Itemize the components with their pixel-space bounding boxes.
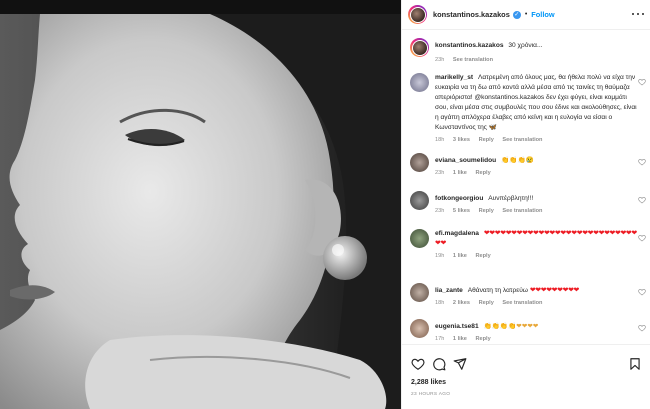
likes-count[interactable]: 2,288 likes [411,379,446,386]
comment-text: Λατρεμένη από όλους μας, θα ήθελα πολύ ν… [435,74,637,131]
see-translation-button[interactable]: See translation [502,137,542,143]
comment-time: 23h [435,208,445,214]
comment-username[interactable]: eugenia.tse81 [435,323,479,330]
comment-heart-icon[interactable] [638,158,646,166]
comment-time: 23h [435,170,445,176]
bookmark-icon[interactable] [628,357,642,371]
comment-heart-icon[interactable] [638,288,646,296]
comment-username[interactable]: marikelly_st [435,74,473,81]
more-options-icon[interactable] [632,9,644,19]
reply-button[interactable]: Reply [479,137,494,143]
comment-heart-icon[interactable] [638,234,646,242]
heart-icon[interactable] [411,357,425,371]
comment-likes[interactable]: 5 likes [453,208,470,214]
author-avatar-small[interactable] [410,38,429,57]
comment-time: 17h [435,336,445,342]
comment-likes[interactable]: 1 like [453,336,467,342]
commenter-avatar[interactable] [410,73,429,92]
comment-emoji: ❤❤❤❤❤❤❤❤❤ [529,287,580,294]
comments-list[interactable]: konstantinos.kazakos 30 χρόνια... 23h Se… [402,31,650,344]
post-side-panel: konstantinos.kazakos ✓ • Follow konstant… [401,0,650,409]
see-translation-button[interactable]: See translation [502,300,542,306]
commenter-avatar[interactable] [410,191,429,210]
portrait-image [0,0,401,409]
commenter-avatar[interactable] [410,283,429,302]
comment-emoji: 👏👏👏😢 [501,157,534,164]
commenter-avatar[interactable] [410,319,429,338]
post-photo[interactable] [0,0,401,409]
share-icon[interactable] [453,357,467,371]
comment-item: efi.magdalena ❤❤❤❤❤❤❤❤❤❤❤❤❤❤❤❤❤❤❤❤❤❤❤❤❤❤… [410,229,648,259]
verified-badge-icon: ✓ [512,10,521,19]
comment-heart-icon[interactable] [638,324,646,332]
commenter-avatar[interactable] [410,153,429,172]
comment-icon[interactable] [432,357,446,371]
comment-username[interactable]: lia_zante [435,287,463,294]
reply-button[interactable]: Reply [479,300,494,306]
follow-button[interactable]: Follow [531,10,554,19]
comment-username[interactable]: efi.magdalena [435,230,479,237]
comment-likes[interactable]: 3 likes [453,137,470,143]
comment-username[interactable]: eviana_soumelidou [435,157,496,164]
comment-time: 19h [435,253,445,259]
comment-item: lia_zante Αθάνατη τη λατρεύω ❤❤❤❤❤❤❤❤❤ 1… [410,283,648,306]
comment-username[interactable]: fotkongeorgiou [435,195,483,202]
comment-time: 18h [435,300,445,306]
comment-emoji: 👏👏👏👏❤❤❤❤ [483,323,539,330]
see-translation-button[interactable]: See translation [502,208,542,214]
caption-text: 30 χρόνια... [508,42,543,49]
caption-time: 23h [435,57,445,63]
reply-button[interactable]: Reply [475,253,490,259]
comment-heart-icon[interactable] [638,196,646,204]
post-header: konstantinos.kazakos ✓ • Follow [402,0,650,30]
comment-likes[interactable]: 1 like [453,253,467,259]
commenter-avatar[interactable] [410,229,429,248]
comment-likes[interactable]: 1 like [453,170,467,176]
comment-emoji: 🦋 [488,124,498,131]
author-username[interactable]: konstantinos.kazakos [433,10,510,19]
author-avatar[interactable] [408,5,427,24]
comment-time: 18h [435,137,445,143]
reply-button[interactable]: Reply [479,208,494,214]
reply-button[interactable]: Reply [475,170,490,176]
caption-username[interactable]: konstantinos.kazakos [435,42,504,49]
comment-item: eugenia.tse81 👏👏👏👏❤❤❤❤ 17h 1 like Reply [410,319,648,342]
separator-dot: • [524,11,528,18]
comment-text: Αυνπέρβλητη!!! [488,195,534,202]
comment-text: Αθάνατη τη λατρεύω [467,287,528,294]
comment-item: eviana_soumelidou 👏👏👏😢 23h 1 like Reply [410,153,648,176]
reply-button[interactable]: Reply [475,336,490,342]
caption: konstantinos.kazakos 30 χρόνια... 23h Se… [410,38,648,63]
caption-see-translation[interactable]: See translation [453,57,493,63]
comment-item: fotkongeorgiou Αυνπέρβλητη!!! 23h 5 like… [410,191,648,214]
comment-heart-icon[interactable] [638,78,646,86]
posted-time: 23 HOURS AGO [411,392,451,397]
comment-likes[interactable]: 2 likes [453,300,470,306]
post-actions: 2,288 likes 23 HOURS AGO [402,344,650,409]
comment-item: marikelly_st Λατρεμένη από όλους μας, θα… [410,73,648,143]
